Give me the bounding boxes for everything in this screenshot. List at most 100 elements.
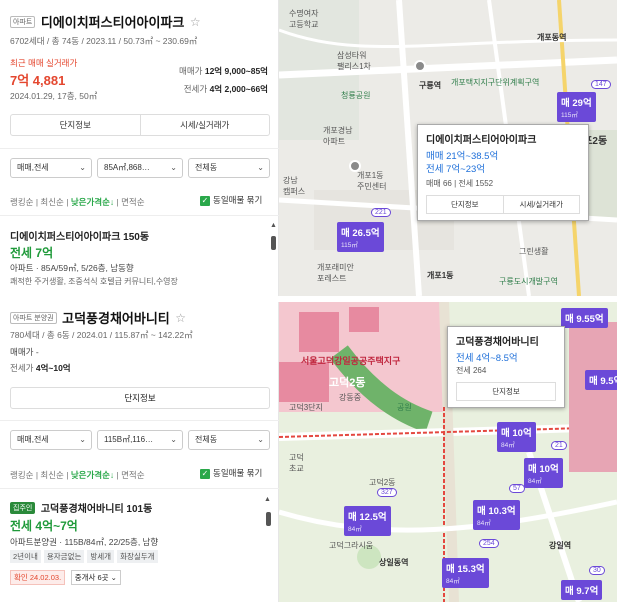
feature-tags: 2년이내 용자금없는 방세개 화장실두개 (10, 550, 161, 563)
price-marker[interactable]: 매 12.5억 84㎡ (344, 506, 391, 536)
sort-latest[interactable]: 최신순 (40, 197, 63, 207)
map-label: 개포동역 (537, 33, 567, 42)
listing-desc: 아파트 · 85A/59㎡, 5/26층, 남동향 (10, 263, 134, 273)
map-pin-icon[interactable] (349, 160, 361, 172)
trade-type-select[interactable]: 매매,전세 ⌄ (10, 158, 92, 178)
same-listing-checkbox[interactable]: ✓ 동일매물 묶기 (200, 467, 262, 479)
feature-tag: 방세개 (87, 550, 115, 563)
marker-area: 84㎡ (528, 478, 542, 485)
marker-area: 84㎡ (501, 442, 515, 449)
count-badge[interactable]: 327 (377, 488, 397, 497)
listing-title[interactable]: 디에이치퍼스티어아이파크 150동 (10, 228, 149, 243)
map-label: 구룡도시개발구역 (499, 277, 558, 286)
star-icon[interactable]: ☆ (175, 311, 186, 325)
sort-ranking[interactable]: 랭킹순 (10, 197, 33, 207)
scrollbar-thumb[interactable] (266, 512, 271, 526)
rent-price-value: 4억~10억 (35, 363, 71, 373)
trade-type-select[interactable]: 매매,전세 ⌄ (10, 430, 92, 450)
agent-count-button[interactable]: 중개사 6곳 ⌄ (70, 570, 121, 585)
popup-title: 고덕풍경채어바니티 (456, 337, 539, 348)
rent-price-label: 전세가 (10, 363, 34, 373)
popup-title: 디에이치퍼스티어아이파크 (426, 135, 537, 146)
map-label: 고덕그라시움 (329, 541, 374, 550)
marker-area: 115㎡ (341, 242, 358, 249)
dong-value: 전체동 (195, 435, 218, 444)
map-pin-icon[interactable] (414, 60, 426, 72)
complex-meta: 6702세대 / 총 74동 / 2023.11 / 50.73㎡ ~ 230.… (10, 36, 198, 46)
complex-title: 고덕풍경채어바니티 (62, 311, 170, 326)
popup-info-button[interactable]: 단지정보 (457, 383, 555, 400)
marker-area: 84㎡ (446, 578, 460, 585)
marker-price: 매 10.3억 (477, 506, 516, 517)
listing-header[interactable]: 집주인 고덕풍경채어바니티 101동 (10, 500, 152, 515)
dong-select[interactable]: 전체동 ⌄ (188, 430, 270, 450)
top-map[interactable]: 수명여자 고등학교 개포동역 삼성타워 팰리스1차 구룡역 개포택지지구단위계획… (279, 0, 617, 296)
popup-sale: 전세 4억~8.5억 (456, 353, 518, 364)
sort-low-price[interactable]: 낮은가격순↓ (71, 470, 114, 480)
marker-price: 매 10억 (501, 428, 532, 439)
scrollbar-thumb[interactable] (271, 236, 276, 250)
listing-price: 전세 4억~7억 (10, 519, 78, 533)
area-select[interactable]: 85A㎡,868… ⌄ (97, 158, 183, 178)
feature-tag: 용자금없는 (43, 550, 85, 563)
price-marker[interactable]: 매 26.5억 115㎡ (337, 222, 384, 252)
area-select[interactable]: 115B㎡,116… ⌄ (97, 430, 183, 450)
scroll-up-icon[interactable]: ▲ (270, 222, 277, 229)
price-marker[interactable]: 매 10.3억 84㎡ (473, 500, 520, 530)
map-label: 개포래미안 포레스트 (317, 263, 354, 283)
count-badge[interactable]: 221 (371, 208, 391, 217)
price-marker[interactable]: 매 9.55억 (561, 308, 608, 328)
price-marker[interactable]: 매 10억 84㎡ (524, 458, 563, 488)
price-marker[interactable]: 매 9.5억 (585, 370, 617, 390)
listing-footer: 확인 24.02.03. 중개사 6곳 ⌄ (10, 570, 121, 585)
sort-latest[interactable]: 최신순 (40, 470, 63, 480)
map-label: 고덕3단지 (289, 403, 323, 412)
map-label: 강남 캠퍼스 (283, 176, 306, 196)
marker-price: 매 9.5억 (589, 376, 617, 387)
scroll-up-icon[interactable]: ▲ (264, 496, 271, 503)
sort-low-price[interactable]: 낮은가격순↓ (71, 197, 114, 207)
complex-info-button[interactable]: 단지정보 (10, 387, 270, 409)
map-label: 청룡공원 (341, 91, 371, 100)
count-badge[interactable]: 21 (551, 441, 567, 450)
dong-select[interactable]: 전체동 ⌄ (188, 158, 270, 178)
same-listing-checkbox[interactable]: ✓ 동일매물 묶기 (200, 194, 262, 206)
area-value: 115B㎡,116… (104, 435, 154, 444)
complex-popup[interactable]: 디에이치퍼스티어아이파크 매매 21억~38.5억 전세 7억~23억 매매 6… (417, 124, 589, 221)
map-label: 강동중 (339, 393, 362, 402)
count-badge[interactable]: 254 (479, 539, 499, 548)
price-history-button[interactable]: 시세/실거래가 (139, 115, 270, 135)
sale-price-line: 매매가 - (10, 347, 39, 357)
chevron-down-icon: ⌄ (170, 163, 177, 172)
sort-area[interactable]: 면적순 (121, 470, 144, 480)
map-label: 강일역 (549, 541, 572, 550)
star-icon[interactable]: ☆ (190, 15, 201, 29)
confirm-date: 확인 24.02.03. (10, 570, 66, 585)
trade-type-value: 매매,전세 (17, 163, 49, 172)
sort-ranking[interactable]: 랭킹순 (10, 470, 33, 480)
sale-price-label: 매매가 (179, 66, 203, 76)
complex-popup[interactable]: 고덕풍경채어바니티 전세 4억~8.5억 전세 264 단지정보 (447, 326, 565, 408)
popup-price-button[interactable]: 시세/실거래가 (502, 196, 580, 213)
price-marker[interactable]: 매 15.3억 84㎡ (442, 558, 489, 588)
chevron-down-icon: ⌄ (257, 435, 264, 444)
top-detail-panel: 아파트 디에이치퍼스티어아이파크 ☆ 6702세대 / 총 74동 / 2023… (0, 0, 279, 296)
divider (0, 215, 279, 216)
sort-area[interactable]: 면적순 (121, 197, 144, 207)
rent-price-value: 4억 2,000~66억 (209, 84, 268, 94)
map-label: 공원 (397, 403, 412, 412)
count-badge[interactable]: 30 (589, 566, 605, 575)
price-marker[interactable]: 매 10억 84㎡ (497, 422, 536, 452)
bottom-map[interactable]: 서울고덕강일공공주택지구 고덕2동 고덕2동 고덕 초교 고덕그라시움 상일동역… (279, 302, 617, 602)
marker-price: 매 9.55억 (565, 314, 604, 325)
rent-price-line: 전세가 4억~10억 (10, 362, 71, 374)
count-badge[interactable]: 57 (509, 484, 525, 493)
map-label: 그린생활 (519, 247, 549, 256)
marker-price: 매 9.7억 (565, 586, 599, 597)
complex-info-button[interactable]: 단지정보 (11, 115, 140, 135)
price-marker[interactable]: 매 29억 115㎡ (557, 92, 596, 122)
popup-info-button[interactable]: 단지정보 (427, 196, 503, 213)
popup-sale: 매매 21억~38.5억 (426, 151, 499, 162)
count-badge[interactable]: 147 (591, 80, 611, 89)
price-marker[interactable]: 매 9.7억 (561, 580, 603, 600)
